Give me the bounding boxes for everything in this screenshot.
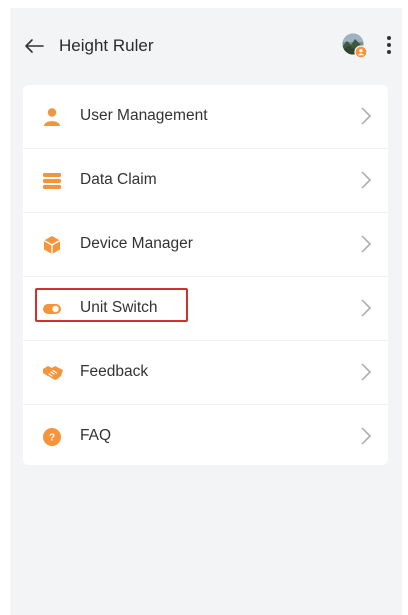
menu-label: Feedback [80, 363, 149, 380]
menu-item-data-claim[interactable]: Data Claim [23, 149, 388, 213]
device-box-icon [42, 235, 62, 255]
chevron-right-icon [360, 106, 372, 126]
list-icon [42, 171, 62, 191]
menu-label: User Management [80, 107, 208, 124]
handshake-icon [42, 363, 63, 383]
menu-label: FAQ [80, 427, 112, 444]
menu-item-faq[interactable]: ? FAQ [23, 405, 388, 465]
menu-item-user-management[interactable]: User Management [23, 85, 388, 149]
back-button[interactable] [22, 34, 46, 58]
app-screen: Height Ruler User Management Data Claim … [10, 8, 402, 615]
settings-menu: User Management Data Claim Device Manage… [23, 85, 388, 465]
user-avatar[interactable] [342, 33, 368, 59]
svg-text:?: ? [49, 433, 55, 444]
menu-item-unit-switch[interactable]: Unit Switch [23, 277, 388, 341]
question-icon: ? [42, 427, 62, 447]
menu-label: Unit Switch [80, 299, 158, 316]
chevron-right-icon [360, 170, 372, 190]
user-icon [42, 107, 62, 127]
toggle-icon [42, 299, 62, 319]
chevron-right-icon [360, 362, 372, 382]
more-options-button[interactable] [382, 33, 396, 57]
top-app-bar: Height Ruler [10, 8, 402, 84]
more-vertical-icon [387, 36, 391, 54]
menu-label: Device Manager [80, 235, 193, 252]
chevron-right-icon [360, 298, 372, 318]
menu-item-feedback[interactable]: Feedback [23, 341, 388, 405]
menu-item-device-manager[interactable]: Device Manager [23, 213, 388, 277]
page-title: Height Ruler [59, 36, 154, 55]
menu-label: Data Claim [80, 171, 157, 188]
chevron-right-icon [360, 234, 372, 254]
chevron-right-icon [360, 426, 372, 446]
arrow-left-icon [25, 39, 44, 53]
